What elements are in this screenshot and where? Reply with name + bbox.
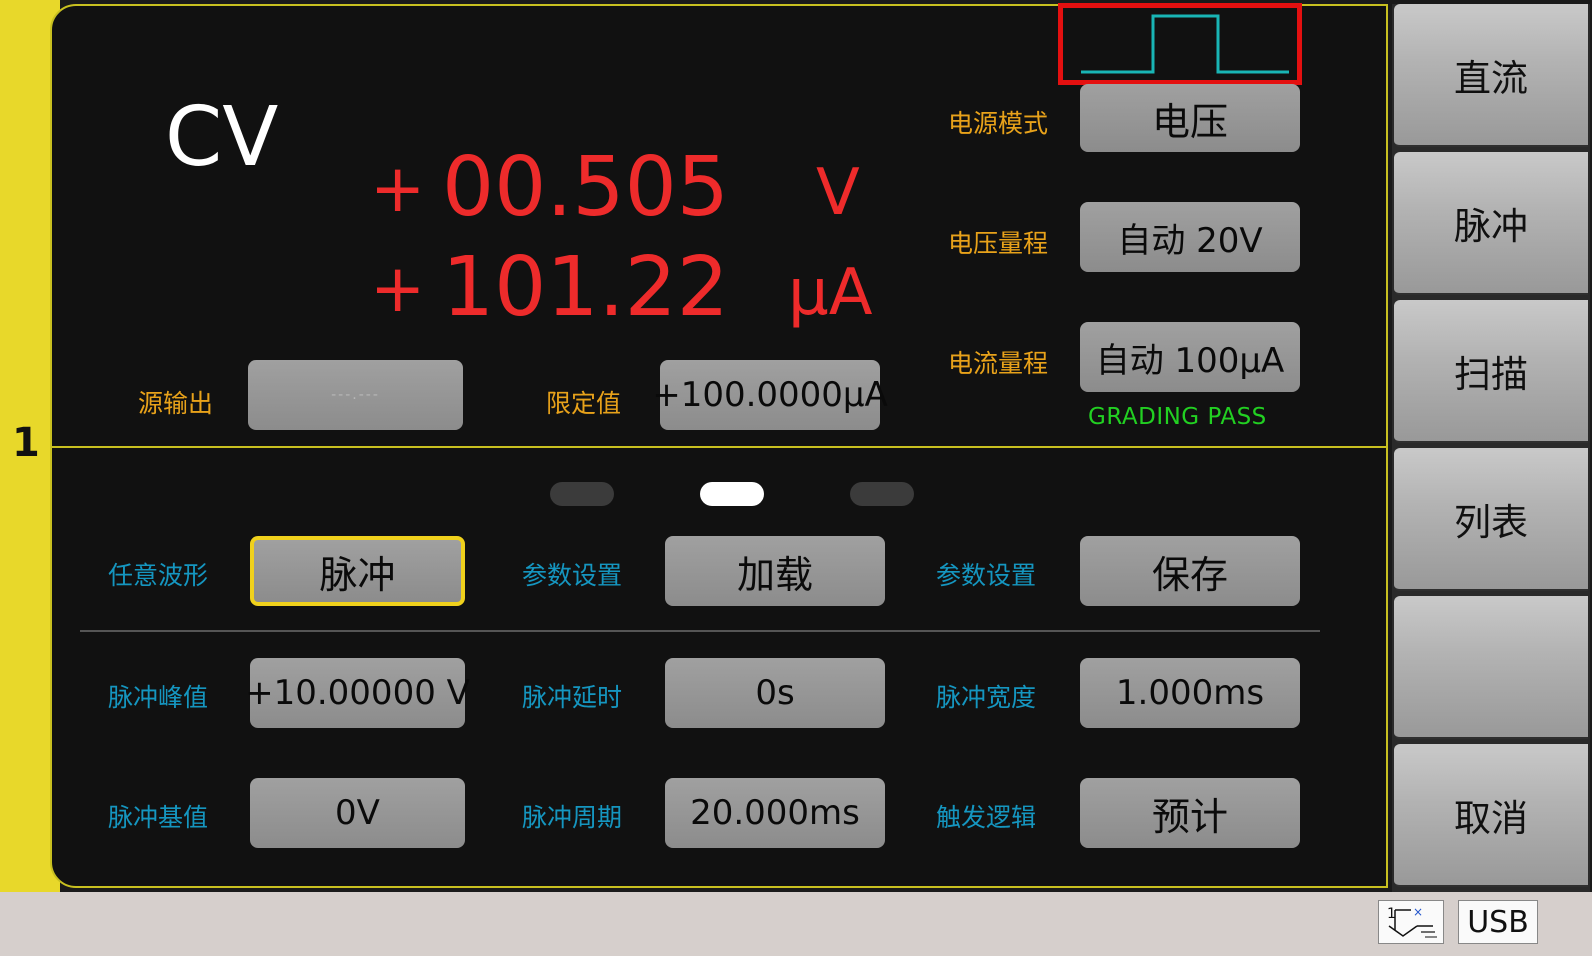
- pulse-period-field[interactable]: 20.000ms: [665, 778, 885, 848]
- pulse-peak-field[interactable]: +10.00000 V: [245, 658, 470, 728]
- pulse-width-field[interactable]: 1.000ms: [1080, 658, 1300, 728]
- pulse-base-label: 脉冲基值: [108, 803, 209, 832]
- pulse-width-label: 脉冲宽度: [936, 683, 1037, 712]
- pulse-base-field[interactable]: 0V: [250, 778, 465, 848]
- page-indicator-2[interactable]: [700, 482, 764, 506]
- trigger-logic-label: 触发逻辑: [936, 803, 1037, 832]
- current-range-label: 电流量程: [948, 349, 1049, 378]
- page-indicator-1[interactable]: [550, 482, 614, 506]
- softkey-pulse[interactable]: 脉冲: [1394, 152, 1588, 295]
- voltage-sign: +: [370, 150, 426, 227]
- channel-number: 1: [12, 420, 40, 466]
- load-button[interactable]: 加载: [665, 536, 885, 606]
- limit-field[interactable]: +100.0000µA: [652, 360, 888, 430]
- source-output-label: 源输出: [138, 389, 214, 418]
- voltage-reading: 00.505: [442, 140, 729, 235]
- pulse-peak-label: 脉冲峰值: [108, 683, 209, 712]
- power-mode-button[interactable]: 电压: [1080, 84, 1300, 152]
- softkey-sweep[interactable]: 扫描: [1394, 300, 1588, 443]
- panel-divider: [50, 446, 1388, 448]
- current-reading: 101.22: [442, 240, 729, 335]
- current-sign: +: [370, 250, 426, 327]
- softkey-panel: 直流 脉冲 扫描 列表 取消: [1392, 4, 1590, 892]
- status-bar: 1 × USB: [0, 892, 1592, 956]
- waveform-pulse-button[interactable]: 脉冲: [250, 536, 465, 606]
- usb-indicator: USB: [1458, 900, 1538, 944]
- pulse-waveform-icon: [1081, 14, 1289, 74]
- save-button[interactable]: 保存: [1080, 536, 1300, 606]
- softkey-dc[interactable]: 直流: [1394, 4, 1588, 147]
- pulse-delay-field[interactable]: 0s: [665, 658, 885, 728]
- softkey-blank[interactable]: [1394, 596, 1588, 739]
- param-load-label: 参数设置: [522, 561, 623, 590]
- param-save-label: 参数设置: [936, 561, 1037, 590]
- page-indicator-3[interactable]: [850, 482, 914, 506]
- power-mode-label: 电源模式: [948, 109, 1049, 138]
- current-range-button[interactable]: 自动 100µA: [1080, 322, 1300, 392]
- softkey-cancel[interactable]: 取消: [1394, 744, 1588, 887]
- row-divider: [80, 630, 1320, 632]
- source-output-field[interactable]: ---.---: [248, 360, 463, 430]
- mode-indicator: CV: [165, 90, 279, 185]
- network-icon: 1 ×: [1378, 900, 1444, 944]
- pulse-waveform-highlight: [1058, 3, 1302, 85]
- grading-status: GRADING PASS: [1088, 404, 1267, 430]
- voltage-range-button[interactable]: 自动 20V: [1080, 202, 1300, 272]
- trigger-logic-button[interactable]: 预计: [1080, 778, 1300, 848]
- pulse-period-label: 脉冲周期: [522, 803, 623, 832]
- voltage-range-label: 电压量程: [948, 229, 1049, 258]
- waveform-label: 任意波形: [108, 561, 209, 590]
- instrument-screen: 1 CV + 00.505 V + 101.22 µA 源输出 ---.--- …: [0, 0, 1592, 956]
- pulse-delay-label: 脉冲延时: [522, 683, 623, 712]
- current-unit: µA: [788, 256, 873, 330]
- limit-label: 限定值: [546, 389, 622, 418]
- svg-text:×: ×: [1413, 905, 1423, 919]
- softkey-list[interactable]: 列表: [1394, 448, 1588, 591]
- voltage-unit: V: [816, 156, 860, 230]
